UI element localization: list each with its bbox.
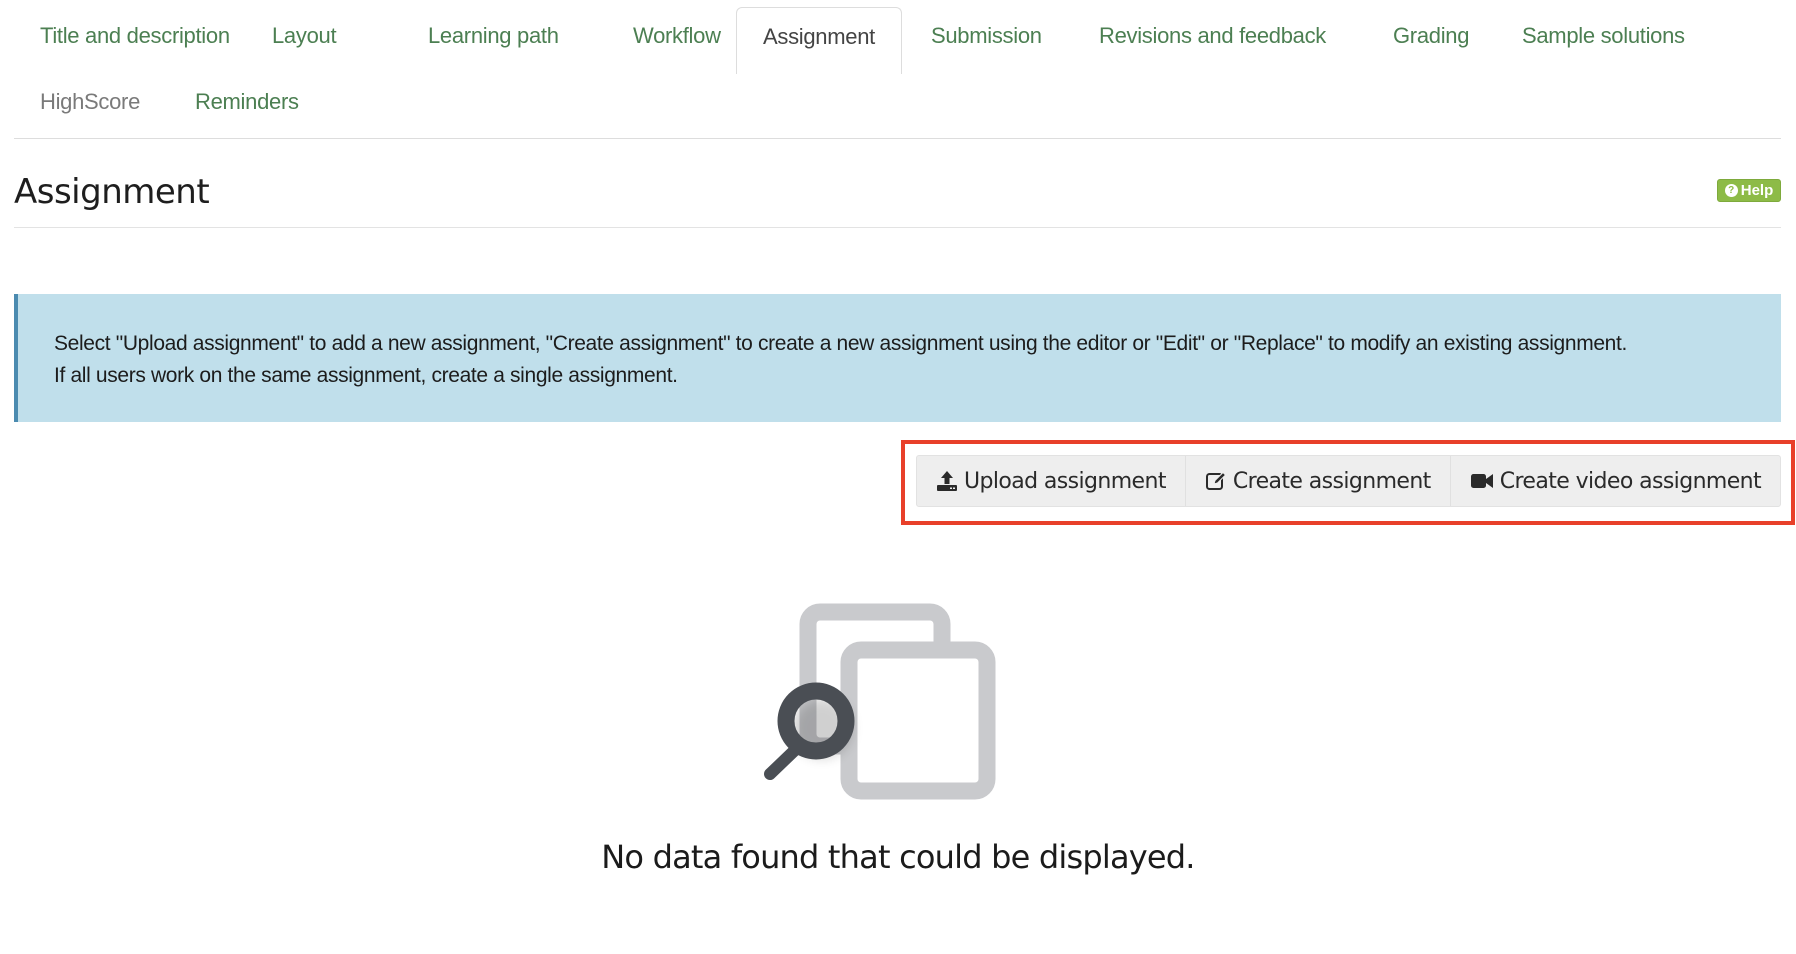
tab-sample-solutions[interactable]: Sample solutions [1496, 7, 1711, 65]
create-video-assignment-label: Create video assignment [1499, 468, 1762, 494]
upload-assignment-label: Upload assignment [964, 468, 1166, 494]
upload-icon [937, 471, 957, 491]
tab-assignment[interactable]: Assignment [736, 7, 902, 74]
tab-revisions-and-feedback[interactable]: Revisions and feedback [1073, 7, 1352, 65]
help-button[interactable]: ? Help [1717, 179, 1781, 202]
heading-divider [14, 227, 1781, 228]
info-alert-line-2: If all users work on the same assignment… [54, 364, 678, 387]
tab-reminders[interactable]: Reminders [169, 73, 325, 131]
empty-search-icon [764, 603, 996, 800]
create-assignment-label: Create assignment [1232, 468, 1431, 494]
info-alert: Select "Upload assignment" to add a new … [14, 294, 1781, 422]
tab-bar: Title and description Layout Learning pa… [14, 7, 1781, 139]
edit-icon [1205, 471, 1227, 490]
tab-title-and-description[interactable]: Title and description [14, 7, 256, 65]
empty-state-message: No data found that could be displayed. [601, 838, 1195, 876]
help-label: Help [1740, 182, 1774, 199]
assignment-actions-group: Upload assignment Create assignment Crea… [916, 455, 1781, 507]
front-document-shape [840, 641, 996, 800]
tab-workflow[interactable]: Workflow [607, 7, 747, 65]
create-assignment-button[interactable]: Create assignment [1186, 456, 1451, 506]
upload-assignment-button[interactable]: Upload assignment [917, 456, 1186, 506]
tab-submission[interactable]: Submission [905, 7, 1068, 65]
info-alert-line-1: Select "Upload assignment" to add a new … [54, 332, 1627, 355]
tab-learning-path[interactable]: Learning path [402, 7, 585, 65]
tab-highscore: HighScore [40, 89, 141, 114]
video-camera-icon [1470, 474, 1493, 488]
tab-grading[interactable]: Grading [1367, 7, 1495, 65]
create-video-assignment-button[interactable]: Create video assignment [1451, 456, 1780, 506]
page-title: Assignment [14, 172, 210, 212]
magnifier-handle [764, 745, 800, 780]
tab-layout[interactable]: Layout [246, 7, 362, 65]
question-circle-icon: ? [1724, 184, 1738, 197]
